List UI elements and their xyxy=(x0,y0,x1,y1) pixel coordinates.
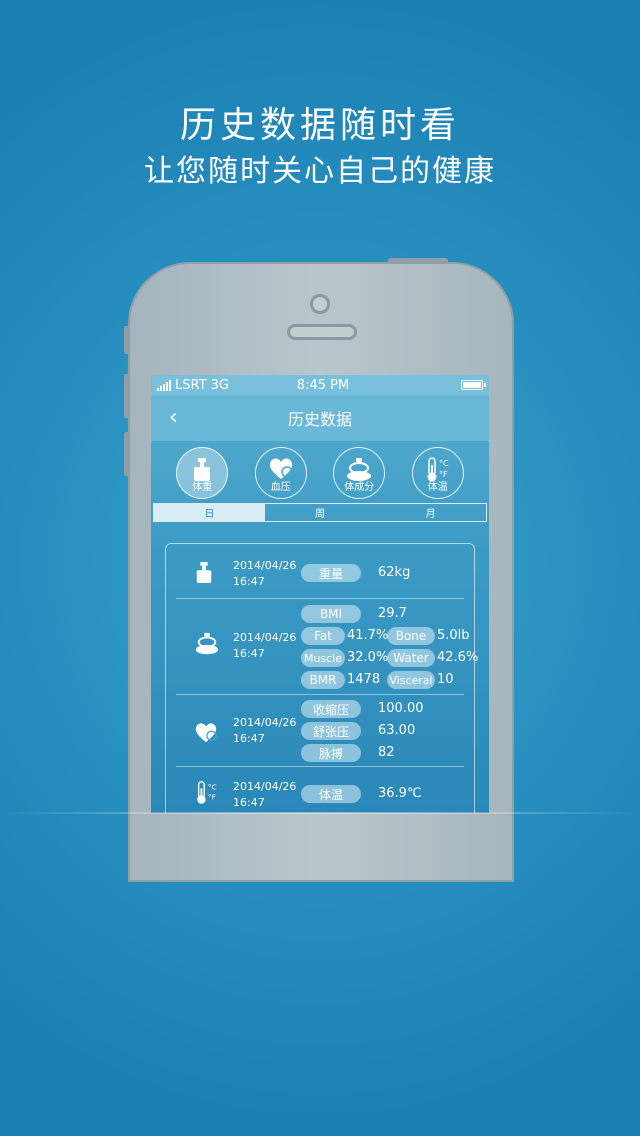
record-date: 2014/04/26 xyxy=(233,559,297,572)
front-camera xyxy=(310,294,330,314)
bmi-value: 29.7 xyxy=(378,606,407,621)
bone-label: Bone xyxy=(387,627,435,645)
volume-up-button xyxy=(124,374,130,418)
headline-title: 历史数据随时看 xyxy=(179,105,460,146)
visceral-value: 10 xyxy=(437,672,454,687)
heart-icon xyxy=(195,723,217,743)
pulse-value: 82 xyxy=(378,745,395,760)
muscle-label: Muscle xyxy=(301,649,345,667)
records-card: 2014/04/26 16:47 重量 62kg 2014/04/26 16:4… xyxy=(165,543,478,813)
headline-subtitle: 让您随时关心自己的健康 xyxy=(144,154,496,189)
bmr-value: 1478 xyxy=(347,672,381,687)
visceral-label: Visceral xyxy=(387,671,435,689)
record-row-blood-pressure[interactable]: 2014/04/26 16:47 收缩压 100.00 舒张压 63.00 脉搏… xyxy=(176,695,464,767)
svg-text:°F: °F xyxy=(208,793,216,802)
app-screen: LSRT 3G 8:45 PM ‹ 历史数据 体重 血压 体成分 °C °F 体… xyxy=(151,375,489,813)
temperature-value: 36.9℃ xyxy=(378,786,422,801)
bone-value: 5.0lb xyxy=(437,628,470,643)
earpiece-speaker xyxy=(287,324,357,340)
scale-icon xyxy=(194,458,211,481)
carrier-label: LSRT 3G xyxy=(175,377,229,393)
tab-day[interactable]: 日 xyxy=(154,504,265,521)
record-time: 16:47 xyxy=(233,796,265,809)
period-tabs: 日 周 月 xyxy=(153,503,487,522)
category-blood-pressure[interactable]: 血压 xyxy=(254,447,307,499)
tab-month[interactable]: 月 xyxy=(375,504,486,521)
svg-text:°C: °C xyxy=(439,459,449,468)
systolic-label: 收缩压 xyxy=(301,700,361,718)
nav-bar: ‹ 历史数据 xyxy=(151,395,489,441)
svg-text:°C: °C xyxy=(208,782,217,791)
water-value: 42.6% xyxy=(437,650,479,665)
record-row-body-composition[interactable]: 2014/04/26 16:47 BMI 29.7 Fat 41.7% Bone… xyxy=(176,599,478,695)
record-time: 16:47 xyxy=(233,647,265,660)
diastolic-label: 舒张压 xyxy=(301,722,361,740)
weight-value: 62kg xyxy=(378,565,411,580)
tab-week[interactable]: 周 xyxy=(265,504,376,521)
record-time: 16:47 xyxy=(233,575,265,588)
water-label: Water xyxy=(387,649,435,667)
fat-label: Fat xyxy=(301,627,345,645)
record-date: 2014/04/26 xyxy=(233,716,297,729)
temperature-label: 体温 xyxy=(301,785,361,803)
svg-text:°F: °F xyxy=(439,470,448,479)
weight-label: 重量 xyxy=(301,564,361,582)
back-chevron-icon[interactable]: ‹ xyxy=(169,405,178,430)
fat-value: 41.7% xyxy=(347,628,389,643)
category-selector: 体重 血压 体成分 °C °F 体温 xyxy=(151,441,489,503)
power-button xyxy=(388,258,448,264)
category-temperature[interactable]: °C °F 体温 xyxy=(411,447,464,499)
record-date: 2014/04/26 xyxy=(233,780,297,793)
record-time: 16:47 xyxy=(233,732,265,745)
status-bar: LSRT 3G 8:45 PM xyxy=(151,375,489,395)
status-time: 8:45 PM xyxy=(296,377,350,393)
thermometer-icon: °C °F xyxy=(427,457,449,482)
battery-icon xyxy=(460,380,486,390)
category-body-composition[interactable]: 体成分 xyxy=(333,447,386,499)
heart-icon xyxy=(269,458,293,479)
record-row-temperature[interactable]: °C °F 2014/04/26 16:47 体温 36.9℃ xyxy=(176,767,464,813)
record-row-weight[interactable]: 2014/04/26 16:47 重量 62kg xyxy=(176,552,464,599)
body-composition-icon xyxy=(195,632,219,655)
scale-icon xyxy=(196,562,212,583)
mute-switch xyxy=(124,326,130,354)
record-date: 2014/04/26 xyxy=(233,631,297,644)
body-composition-icon xyxy=(347,458,372,481)
category-weight[interactable]: 体重 xyxy=(176,447,229,499)
signal-icon xyxy=(157,379,171,391)
systolic-value: 100.00 xyxy=(378,701,424,716)
diastolic-value: 63.00 xyxy=(378,723,416,738)
volume-down-button xyxy=(124,432,130,476)
thermometer-icon: °C °F xyxy=(197,781,217,804)
pulse-label: 脉搏 xyxy=(301,744,361,762)
bmi-label: BMI xyxy=(301,605,361,623)
bmr-label: BMR xyxy=(301,671,345,689)
muscle-value: 32.0% xyxy=(347,650,389,665)
page-title: 历史数据 xyxy=(287,410,352,429)
horizon-line xyxy=(0,812,640,814)
